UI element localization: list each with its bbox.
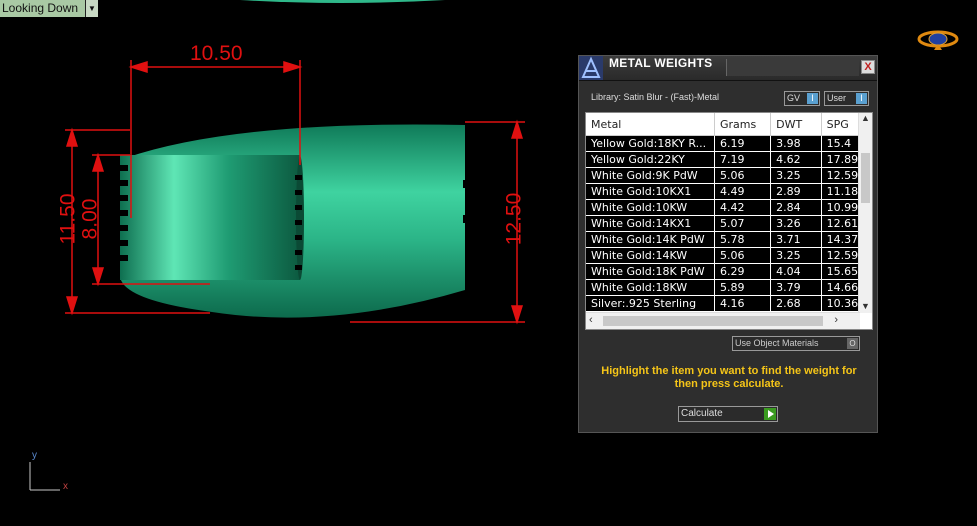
cell-metal[interactable]: Yellow Gold:22KY — [586, 151, 715, 168]
horizontal-scroll-thumb[interactable] — [603, 316, 823, 326]
cell-dwt[interactable]: 2.84 — [770, 199, 822, 216]
cell-dwt[interactable]: 3.25 — [770, 167, 822, 184]
use-object-materials-label: Use Object Materials — [735, 338, 819, 348]
use-object-materials-toggle[interactable]: Use Object Materials O — [732, 336, 860, 351]
vertical-scrollbar[interactable]: ▲ ▼ — [858, 113, 872, 313]
user-toggle-label: User — [827, 93, 847, 103]
cell-dwt[interactable]: 4.62 — [770, 151, 822, 168]
cell-metal[interactable]: White Gold:14KX1 — [586, 215, 715, 232]
chevron-down-icon[interactable]: ▼ — [85, 0, 98, 17]
cell-metal[interactable]: Silver:.925 Sterling — [586, 295, 715, 312]
table-row[interactable]: Silver:.925 Sterling 4.16 2.68 10.36 — [586, 295, 872, 312]
cell-dwt[interactable]: 3.26 — [770, 215, 822, 232]
cell-grams[interactable]: 5.06 — [714, 167, 772, 184]
table-row[interactable]: Yellow Gold:18KY R... 6.19 3.98 15.4 — [586, 135, 872, 152]
cell-metal[interactable]: White Gold:14K PdW — [586, 231, 715, 248]
column-header-metal[interactable]: Metal — [586, 113, 715, 136]
cell-metal[interactable]: White Gold:10KX1 — [586, 183, 715, 200]
cell-dwt[interactable]: 2.68 — [770, 295, 822, 312]
column-header-dwt[interactable]: DWT — [770, 113, 822, 136]
dimension-top-width: 10.50 — [190, 42, 243, 65]
vertical-scroll-thumb[interactable] — [861, 153, 870, 203]
cell-grams[interactable]: 5.78 — [714, 231, 772, 248]
cell-metal[interactable]: Yellow Gold:18KY R... — [586, 135, 715, 152]
user-toggle[interactable]: User I — [824, 91, 869, 106]
column-header-grams[interactable]: Grams — [714, 113, 772, 136]
table-row[interactable]: White Gold:14K PdW 5.78 3.71 14.37 — [586, 231, 872, 248]
cell-grams[interactable]: 5.06 — [714, 247, 772, 264]
table-row[interactable]: Yellow Gold:22KY 7.19 4.62 17.89 — [586, 151, 872, 168]
cell-metal[interactable]: White Gold:18K PdW — [586, 263, 715, 280]
scroll-down-icon[interactable]: ▼ — [859, 301, 872, 311]
table-row[interactable]: White Gold:9K PdW 5.06 3.25 12.59 — [586, 167, 872, 184]
cell-metal[interactable]: White Gold:14KW — [586, 247, 715, 264]
table-row[interactable]: White Gold:14KW 5.06 3.25 12.59 — [586, 247, 872, 264]
scroll-left-icon[interactable]: ‹ — [589, 314, 593, 326]
app-logo-icon[interactable] — [917, 29, 959, 51]
instruction-message: Highlight the item you want to find the … — [601, 365, 857, 390]
table-row[interactable]: White Gold:10KW 4.42 2.84 10.99 — [586, 199, 872, 216]
cell-metal[interactable]: White Gold:10KW — [586, 199, 715, 216]
close-button[interactable]: X — [861, 60, 875, 74]
cell-dwt[interactable]: 3.98 — [770, 135, 822, 152]
gv-toggle-label: GV — [787, 93, 801, 103]
cell-grams[interactable]: 5.89 — [714, 279, 772, 296]
dialog-app-icon — [579, 56, 603, 80]
metal-weights-table[interactable]: Metal Grams DWT SPG Yellow Gold:18KY R..… — [585, 112, 873, 330]
dialog-title: METAL WEIGHTS — [609, 56, 713, 70]
cell-grams[interactable]: 4.16 — [714, 295, 772, 312]
play-icon[interactable] — [764, 408, 776, 420]
metal-weights-dialog: METAL WEIGHTS X Library: Satin Blur - (F… — [578, 55, 878, 433]
dimension-outer-height: 11.50 — [56, 193, 80, 245]
cell-metal[interactable]: White Gold:9K PdW — [586, 167, 715, 184]
gv-toggle[interactable]: GV I — [784, 91, 820, 106]
cell-dwt[interactable]: 3.71 — [770, 231, 822, 248]
cell-grams[interactable]: 6.19 — [714, 135, 772, 152]
calculate-button[interactable]: Calculate — [678, 406, 778, 422]
cell-grams[interactable]: 4.49 — [714, 183, 772, 200]
calculate-button-label: Calculate — [681, 408, 723, 419]
cell-dwt[interactable]: 3.25 — [770, 247, 822, 264]
cell-grams[interactable]: 7.19 — [714, 151, 772, 168]
horizontal-scrollbar[interactable]: ‹ › — [586, 312, 860, 329]
cell-dwt[interactable]: 4.04 — [770, 263, 822, 280]
cell-metal[interactable]: White Gold:18KW — [586, 279, 715, 296]
table-row[interactable]: White Gold:10KX1 4.49 2.89 11.18 — [586, 183, 872, 200]
table-row[interactable]: White Gold:14KX1 5.07 3.26 12.61 — [586, 215, 872, 232]
axis-x-label: x — [63, 481, 68, 492]
cell-dwt[interactable]: 2.89 — [770, 183, 822, 200]
titlebar-spacer — [726, 59, 859, 76]
dimension-inner-height: 8.00 — [78, 198, 102, 240]
cell-grams[interactable]: 5.07 — [714, 215, 772, 232]
view-dropdown[interactable]: Looking Down ▼ — [0, 0, 98, 17]
table-header-row: Metal Grams DWT SPG — [586, 113, 872, 136]
library-label: Library: Satin Blur - (Fast)-Metal — [591, 92, 720, 102]
dimension-right-height: 12.50 — [502, 192, 526, 246]
axis-y-label: y — [32, 450, 37, 461]
view-dropdown-label: Looking Down — [0, 0, 85, 17]
scroll-up-icon[interactable]: ▲ — [859, 113, 872, 123]
cell-grams[interactable]: 4.42 — [714, 199, 772, 216]
cell-dwt[interactable]: 3.79 — [770, 279, 822, 296]
user-toggle-button[interactable]: I — [856, 93, 867, 104]
scroll-right-icon[interactable]: › — [834, 314, 838, 326]
use-object-materials-button[interactable]: O — [847, 338, 858, 349]
table-row[interactable]: White Gold:18K PdW 6.29 4.04 15.65 — [586, 263, 872, 280]
cell-grams[interactable]: 6.29 — [714, 263, 772, 280]
dialog-titlebar[interactable]: METAL WEIGHTS X — [579, 56, 877, 81]
gv-toggle-button[interactable]: I — [807, 93, 818, 104]
table-row[interactable]: White Gold:18KW 5.89 3.79 14.66 — [586, 279, 872, 296]
